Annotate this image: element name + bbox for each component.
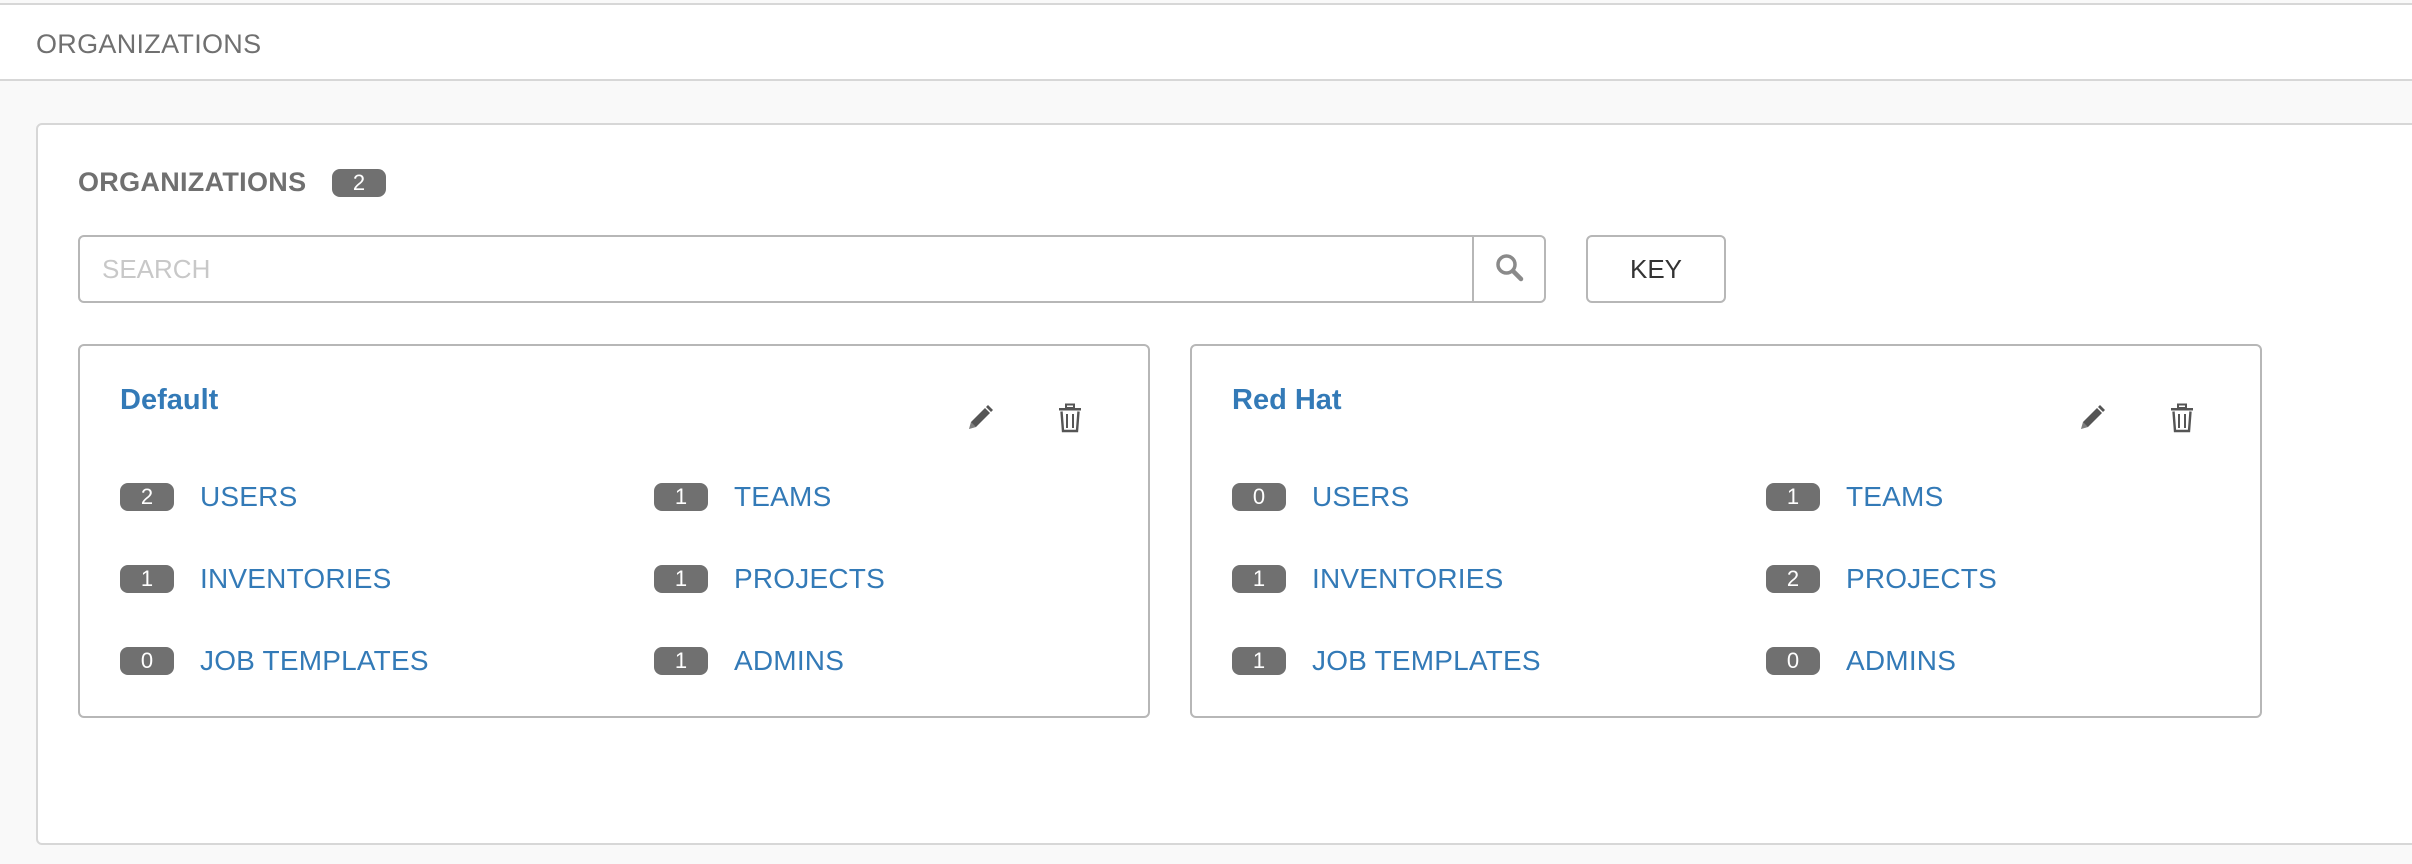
edit-organization-button[interactable] <box>2074 402 2110 438</box>
teams-count-badge: 1 <box>654 483 708 511</box>
organizations-panel: ORGANIZATIONS 2 KEY Default <box>36 123 2412 845</box>
projects-count-badge: 1 <box>654 565 708 593</box>
users-count-badge: 0 <box>1232 483 1286 511</box>
delete-organization-button[interactable] <box>1052 402 1088 438</box>
organization-card-default: Default 2 USERS 1 TEAMS 1 INVENTORIES 1 … <box>78 344 1150 718</box>
teams-link[interactable]: TEAMS <box>1846 481 1943 513</box>
inventories-stat: 1 INVENTORIES <box>120 559 392 599</box>
projects-count-badge: 2 <box>1766 565 1820 593</box>
inventories-link[interactable]: INVENTORIES <box>1312 563 1504 595</box>
job-templates-stat: 0 JOB TEMPLATES <box>120 641 429 681</box>
pencil-icon <box>965 403 995 438</box>
breadcrumb: ORGANIZATIONS <box>0 3 2412 81</box>
organizations-count-badge: 2 <box>332 169 386 197</box>
organization-name-link[interactable]: Red Hat <box>1232 384 1342 417</box>
job-templates-count-badge: 0 <box>120 647 174 675</box>
projects-link[interactable]: PROJECTS <box>1846 563 1997 595</box>
admins-stat: 0 ADMINS <box>1766 641 1956 681</box>
admins-link[interactable]: ADMINS <box>1846 645 1956 677</box>
teams-stat: 1 TEAMS <box>1766 477 1943 517</box>
trash-icon <box>1057 403 1083 438</box>
users-link[interactable]: USERS <box>200 481 297 513</box>
admins-count-badge: 1 <box>654 647 708 675</box>
search-button[interactable] <box>1472 237 1544 301</box>
edit-organization-button[interactable] <box>962 402 998 438</box>
users-link[interactable]: USERS <box>1312 481 1409 513</box>
admins-stat: 1 ADMINS <box>654 641 844 681</box>
search-bar <box>78 235 1546 303</box>
job-templates-stat: 1 JOB TEMPLATES <box>1232 641 1541 681</box>
key-button[interactable]: KEY <box>1586 235 1726 303</box>
delete-organization-button[interactable] <box>2164 402 2200 438</box>
projects-stat: 1 PROJECTS <box>654 559 885 599</box>
inventories-count-badge: 1 <box>1232 565 1286 593</box>
job-templates-count-badge: 1 <box>1232 647 1286 675</box>
users-stat: 2 USERS <box>120 477 297 517</box>
breadcrumb-current: ORGANIZATIONS <box>36 29 262 59</box>
teams-link[interactable]: TEAMS <box>734 481 831 513</box>
projects-stat: 2 PROJECTS <box>1766 559 1997 599</box>
inventories-stat: 1 INVENTORIES <box>1232 559 1504 599</box>
admins-link[interactable]: ADMINS <box>734 645 844 677</box>
inventories-count-badge: 1 <box>120 565 174 593</box>
teams-stat: 1 TEAMS <box>654 477 831 517</box>
organization-card-red-hat: Red Hat 0 USERS 1 TEAMS 1 INVENTORIES 2 … <box>1190 344 2262 718</box>
admins-count-badge: 0 <box>1766 647 1820 675</box>
panel-title: ORGANIZATIONS <box>78 167 307 197</box>
teams-count-badge: 1 <box>1766 483 1820 511</box>
users-count-badge: 2 <box>120 483 174 511</box>
job-templates-link[interactable]: JOB TEMPLATES <box>200 645 429 677</box>
organization-name-link[interactable]: Default <box>120 384 218 417</box>
job-templates-link[interactable]: JOB TEMPLATES <box>1312 645 1541 677</box>
pencil-icon <box>2077 403 2107 438</box>
search-icon <box>1494 252 1524 287</box>
inventories-link[interactable]: INVENTORIES <box>200 563 392 595</box>
users-stat: 0 USERS <box>1232 477 1409 517</box>
trash-icon <box>2169 403 2195 438</box>
projects-link[interactable]: PROJECTS <box>734 563 885 595</box>
search-input[interactable] <box>80 237 1474 301</box>
